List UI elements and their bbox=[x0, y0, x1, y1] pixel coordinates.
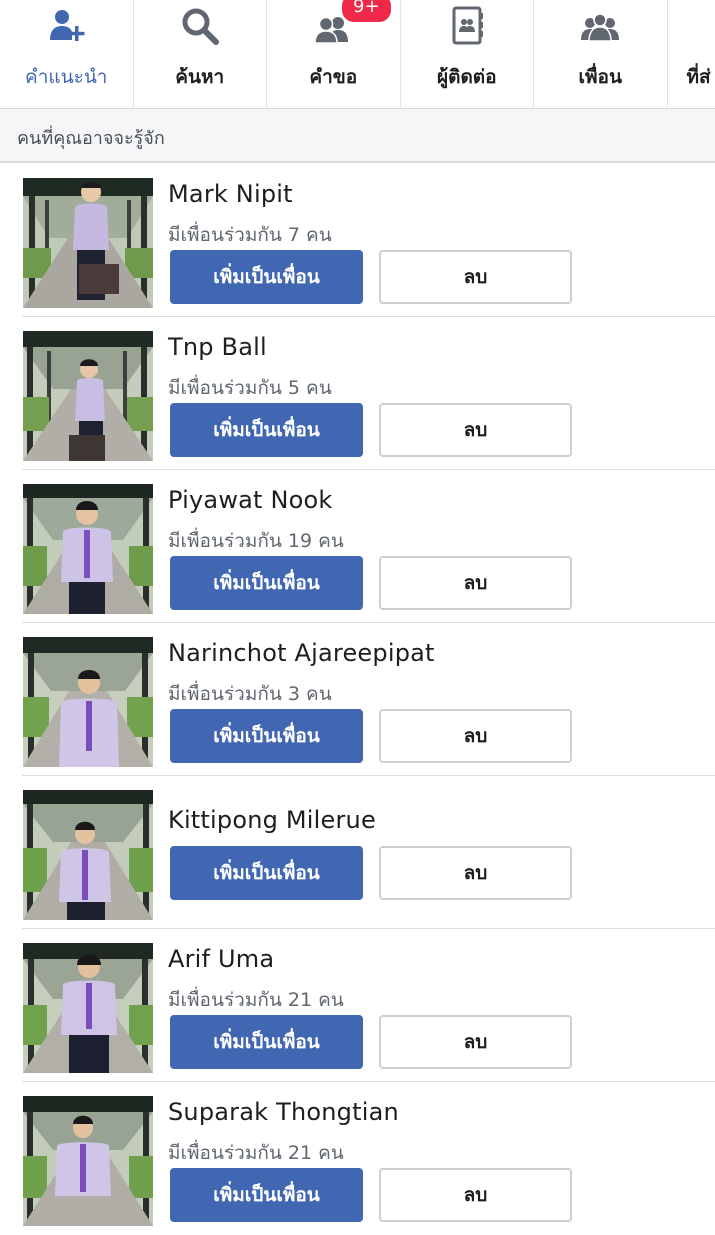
remove-button[interactable]: ลบ bbox=[379, 403, 572, 457]
suggestion-name[interactable]: Arif Uma bbox=[168, 945, 274, 973]
search-icon bbox=[178, 4, 222, 48]
profile-photo[interactable] bbox=[23, 943, 153, 1073]
tab-suggestions[interactable]: คำแนะนำ bbox=[0, 0, 134, 108]
add-friend-button[interactable]: เพิ่มเป็นเพื่อน bbox=[170, 403, 363, 457]
suggestion-name[interactable]: Piyawat Nook bbox=[168, 486, 333, 514]
list-item: Arif Uma มีเพื่อนร่วมกัน 21 คน เพิ่มเป็น… bbox=[0, 929, 715, 1082]
friends-group-icon bbox=[578, 4, 622, 48]
profile-photo[interactable] bbox=[23, 178, 153, 308]
add-friend-button[interactable]: เพิ่มเป็นเพื่อน bbox=[170, 1168, 363, 1222]
tab-search[interactable]: ค้นหา bbox=[134, 0, 268, 108]
add-friend-button[interactable]: เพิ่มเป็นเพื่อน bbox=[170, 556, 363, 610]
tab-contacts[interactable]: ผู้ติดต่อ bbox=[401, 0, 535, 108]
profile-photo[interactable] bbox=[23, 1096, 153, 1226]
suggestion-name[interactable]: Mark Nipit bbox=[168, 180, 293, 208]
section-header: คนที่คุณอาจจะรู้จัก bbox=[0, 109, 715, 163]
requests-badge: 9+ bbox=[340, 0, 393, 24]
tab-label: คำแนะนำ bbox=[0, 62, 133, 92]
remove-button[interactable]: ลบ bbox=[379, 556, 572, 610]
profile-photo[interactable] bbox=[23, 484, 153, 614]
add-friend-button[interactable]: เพิ่มเป็นเพื่อน bbox=[170, 250, 363, 304]
mutual-friends-count[interactable]: มีเพื่อนร่วมกัน 19 คน bbox=[168, 526, 344, 556]
mutual-friends-count[interactable]: มีเพื่อนร่วมกัน 5 คน bbox=[168, 373, 332, 403]
tab-label: ที่ส่ bbox=[687, 62, 715, 92]
add-friend-button[interactable]: เพิ่มเป็นเพื่อน bbox=[170, 709, 363, 763]
suggestion-name[interactable]: Narinchot Ajareepipat bbox=[168, 639, 435, 667]
tab-requests[interactable]: 9+ คำขอ bbox=[267, 0, 401, 108]
list-item: Mark Nipit มีเพื่อนร่วมกัน 7 คน เพิ่มเป็… bbox=[0, 164, 715, 317]
mutual-friends-count[interactable]: มีเพื่อนร่วมกัน 21 คน bbox=[168, 985, 344, 1015]
contacts-book-icon bbox=[445, 4, 489, 48]
mutual-friends-count[interactable]: มีเพื่อนร่วมกัน 3 คน bbox=[168, 679, 332, 709]
remove-button[interactable]: ลบ bbox=[379, 250, 572, 304]
suggestion-name[interactable]: Tnp Ball bbox=[168, 333, 267, 361]
tab-bar: คำแนะนำ ค้นหา 9+ คำขอ ผู้ติดต่อ bbox=[0, 0, 715, 109]
list-item: Piyawat Nook มีเพื่อนร่วมกัน 19 คน เพิ่ม… bbox=[0, 470, 715, 623]
add-friend-button[interactable]: เพิ่มเป็นเพื่อน bbox=[170, 846, 363, 900]
remove-button[interactable]: ลบ bbox=[379, 846, 572, 900]
profile-photo[interactable] bbox=[23, 331, 153, 461]
mutual-friends-count[interactable]: มีเพื่อนร่วมกัน 7 คน bbox=[168, 220, 332, 250]
tab-label: ผู้ติดต่อ bbox=[401, 62, 534, 92]
add-friend-button[interactable]: เพิ่มเป็นเพื่อน bbox=[170, 1015, 363, 1069]
tab-label: คำขอ bbox=[267, 62, 400, 92]
tab-label: เพื่อน bbox=[534, 62, 667, 92]
tab-friends[interactable]: เพื่อน bbox=[534, 0, 668, 108]
mutual-friends-count[interactable]: มีเพื่อนร่วมกัน 21 คน bbox=[168, 1138, 344, 1168]
suggestion-name[interactable]: Suparak Thongtian bbox=[168, 1098, 399, 1126]
tab-label: ค้นหา bbox=[134, 62, 267, 92]
section-title: คนที่คุณอาจจะรู้จัก bbox=[17, 123, 165, 152]
remove-button[interactable]: ลบ bbox=[379, 1168, 572, 1222]
profile-photo[interactable] bbox=[23, 790, 153, 920]
list-item: Tnp Ball มีเพื่อนร่วมกัน 5 คน เพิ่มเป็นเ… bbox=[0, 317, 715, 470]
list-item: Suparak Thongtian มีเพื่อนร่วมกัน 21 คน … bbox=[0, 1082, 715, 1235]
add-friend-icon bbox=[44, 4, 88, 48]
remove-button[interactable]: ลบ bbox=[379, 709, 572, 763]
suggestion-name[interactable]: Kittipong Milerue bbox=[168, 806, 376, 834]
list-item: Kittipong Milerue เพิ่มเป็นเพื่อน ลบ bbox=[0, 776, 715, 929]
remove-button[interactable]: ลบ bbox=[379, 1015, 572, 1069]
tab-nearby[interactable]: ที่ส่ bbox=[668, 0, 715, 108]
profile-photo[interactable] bbox=[23, 637, 153, 767]
list-item: Narinchot Ajareepipat มีเพื่อนร่วมกัน 3 … bbox=[0, 623, 715, 776]
